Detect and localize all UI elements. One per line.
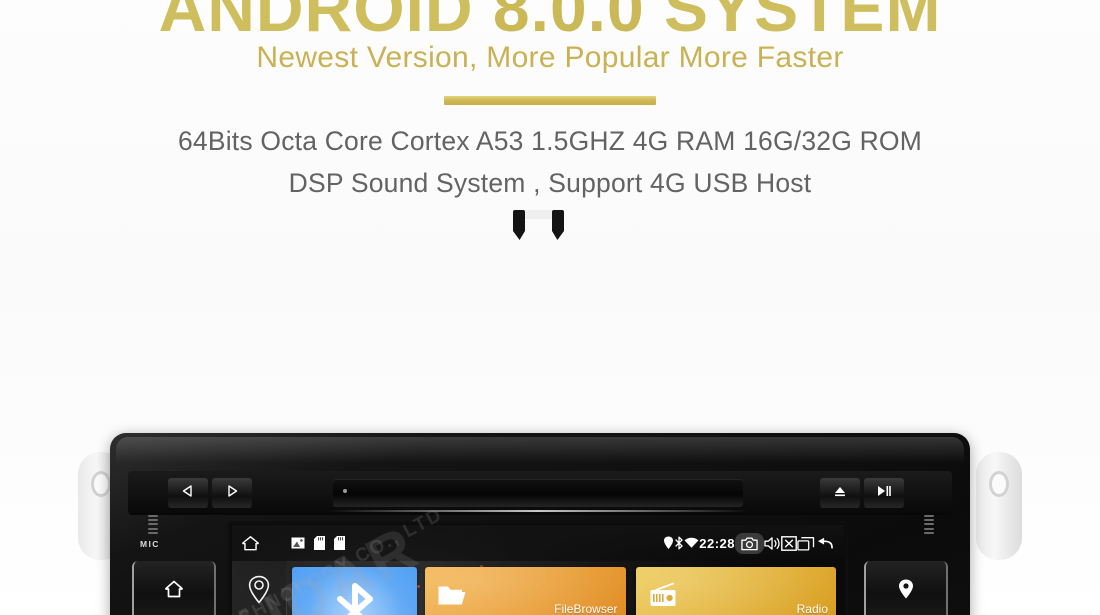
gallery-icon [291,537,305,549]
page-header: ANDROID 8.0.0 SYSTEM Newest Version, Mor… [0,0,1100,212]
page-title: ANDROID 8.0.0 SYSTEM [0,0,1100,46]
camera-icon[interactable] [735,532,764,554]
bluetooth-icon [328,581,382,615]
sd-card-1-icon [314,536,325,550]
tile-radio-label: Radio [796,602,828,615]
sd-card-2-icon [334,536,345,550]
mount-pin-left [513,210,525,240]
app-tile-grid: FileBrowser Radio [425,567,836,615]
play-pause-icon [876,484,892,503]
location-icon [663,536,674,550]
rail-navigation[interactable] [247,575,271,610]
widget-column: The Cure Lady Gaga [292,565,417,615]
title-version: 8.0.0 [492,0,645,45]
spec-line-2: DSP Sound System , Support 4G USB Host [288,168,812,198]
cd-slot [333,479,743,507]
triangle-right-icon [225,484,239,503]
title-suffix: SYSTEM [664,0,942,45]
bluetooth-icon [674,536,684,550]
prev-track-button[interactable] [168,478,208,508]
mount-bracket-right [976,452,1022,560]
tile-filebrowser[interactable]: FileBrowser [425,567,626,615]
status-time: 22:28 [699,535,735,551]
page-subtitle: Newest Version, More Popular More Faster [256,41,844,74]
home-screen-body: The Cure Lady Gaga [232,561,844,615]
folder-icon [425,583,479,607]
mic-grille [148,515,158,535]
location-pin-icon [895,577,917,606]
left-app-rail [232,561,286,615]
eject-button[interactable] [820,478,860,508]
right-hardkey-column: LOUD [864,561,948,615]
recents-icon[interactable] [797,536,815,551]
home-content: The Cure Lady Gaga [286,561,844,615]
faceplate-top-bar: MIC [128,471,952,549]
android-home-screen: 22:28 FileBrowser Radio [232,525,844,615]
eject-icon [833,484,847,503]
touchscreen-display: 22:28 FileBrowser Radio [228,521,848,615]
radio-icon [636,582,690,608]
rail-divider [286,597,287,615]
home-icon[interactable] [240,533,261,553]
hardkey-home[interactable] [134,561,214,615]
android-status-bar: 22:28 [232,525,844,561]
tile-radio[interactable]: Radio [635,567,836,615]
triangle-left-icon [181,484,195,503]
mount-pin-right [552,210,564,240]
back-icon[interactable] [815,536,836,551]
cd-slot-highlight [328,510,748,512]
play-pause-button[interactable] [864,478,904,508]
speaker-grille-right [924,515,934,535]
device-chassis: MIC 22:28 FileBrowser Radio [110,433,970,615]
bluetooth-music-widget[interactable]: The Cure Lady Gaga [292,565,417,615]
bracket-hole-right [989,471,1009,498]
left-hardkey-column: RADIO [132,561,216,615]
hardkey-navigation[interactable] [866,561,946,615]
title-main: ANDROID [158,0,474,45]
home-icon [162,577,186,606]
title-divider [444,96,656,105]
close-box-icon[interactable] [781,535,797,551]
car-stereo-device: MIC 22:28 FileBrowser Radio [0,205,1100,615]
bracket-hole-left [91,471,111,498]
next-track-button[interactable] [212,478,252,508]
mic-label: MIC [140,539,160,549]
volume-icon[interactable] [764,536,781,551]
product-page: ANDROID 8.0.0 SYSTEM Newest Version, Mor… [0,0,1100,615]
tile-filebrowser-label: FileBrowser [554,602,618,615]
cd-slot-dot [343,489,347,493]
wifi-icon [684,537,699,549]
spec-line-1: 64Bits Octa Core Cortex A53 1.5GHZ 4G RA… [177,126,923,156]
